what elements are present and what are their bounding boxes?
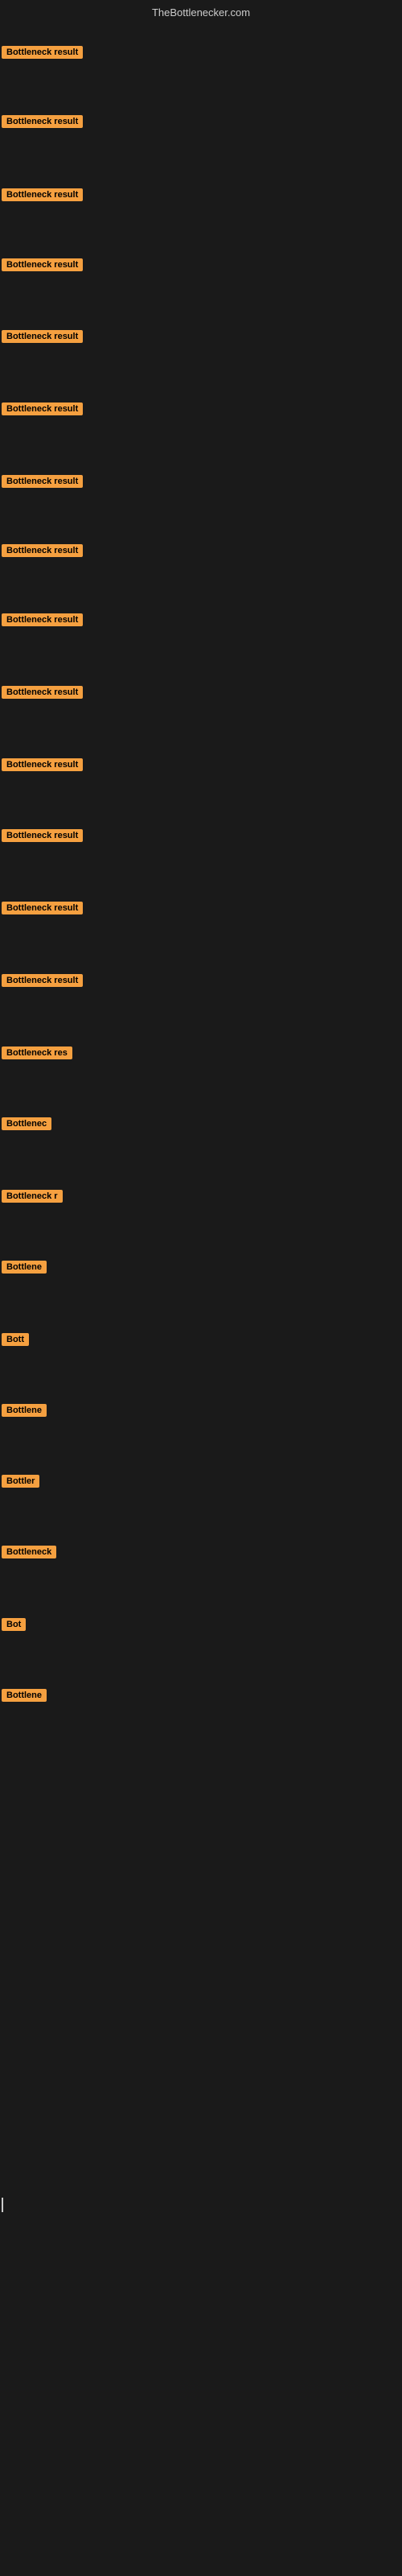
list-item[interactable]: Bottler [2,1475,39,1492]
list-item[interactable]: Bottleneck result [2,758,83,775]
cursor-indicator [2,2198,3,2212]
bottleneck-badge[interactable]: Bottleneck result [2,330,83,343]
list-item[interactable]: Bottleneck result [2,330,83,347]
list-item[interactable]: Bottleneck result [2,402,83,419]
bottleneck-badge[interactable]: Bottleneck res [2,1046,72,1059]
list-item[interactable]: Bottlene [2,1404,47,1421]
list-item[interactable]: Bottleneck res [2,1046,72,1063]
bottleneck-badge[interactable]: Bottleneck result [2,475,83,488]
list-item[interactable]: Bottleneck result [2,829,83,846]
list-item[interactable]: Bottleneck result [2,544,83,561]
list-item[interactable]: Bot [2,1618,26,1635]
list-item[interactable]: Bottlenec [2,1117,51,1134]
list-item[interactable]: Bottleneck result [2,188,83,205]
list-item[interactable]: Bottleneck result [2,115,83,132]
bottleneck-badge[interactable]: Bottlene [2,1261,47,1274]
bottleneck-badge[interactable]: Bott [2,1333,29,1346]
site-title: TheBottlenecker.com [152,6,250,19]
list-item[interactable]: Bottlene [2,1689,47,1706]
bottleneck-items-container [0,22,402,25]
page-wrapper: TheBottlenecker.com Bottleneck resultBot… [0,0,402,25]
bottleneck-badge[interactable]: Bottleneck r [2,1190,63,1203]
bottleneck-badge[interactable]: Bottleneck [2,1546,56,1558]
bottleneck-badge[interactable]: Bottleneck result [2,188,83,201]
bottleneck-badge[interactable]: Bottleneck result [2,544,83,557]
list-item[interactable]: Bottleneck result [2,686,83,703]
list-item[interactable]: Bottleneck result [2,902,83,919]
list-item[interactable]: Bottleneck result [2,46,83,63]
list-item[interactable]: Bottleneck result [2,974,83,991]
list-item[interactable]: Bott [2,1333,29,1350]
list-item[interactable]: Bottleneck result [2,258,83,275]
site-header: TheBottlenecker.com [0,0,402,22]
bottleneck-badge[interactable]: Bottleneck result [2,402,83,415]
bottleneck-badge[interactable]: Bottleneck result [2,829,83,842]
bottleneck-badge[interactable]: Bottler [2,1475,39,1488]
bottleneck-badge[interactable]: Bot [2,1618,26,1631]
bottleneck-badge[interactable]: Bottleneck result [2,258,83,271]
bottleneck-badge[interactable]: Bottleneck result [2,613,83,626]
list-item[interactable]: Bottleneck [2,1546,56,1563]
bottleneck-badge[interactable]: Bottleneck result [2,46,83,59]
bottleneck-badge[interactable]: Bottlene [2,1689,47,1702]
bottleneck-badge[interactable]: Bottleneck result [2,758,83,771]
bottleneck-badge[interactable]: Bottlene [2,1404,47,1417]
bottleneck-badge[interactable]: Bottlenec [2,1117,51,1130]
list-item[interactable]: Bottleneck result [2,475,83,492]
bottleneck-badge[interactable]: Bottleneck result [2,686,83,699]
bottleneck-badge[interactable]: Bottleneck result [2,115,83,128]
bottleneck-badge[interactable]: Bottleneck result [2,902,83,914]
bottleneck-badge[interactable]: Bottleneck result [2,974,83,987]
list-item[interactable]: Bottleneck r [2,1190,63,1207]
list-item[interactable]: Bottleneck result [2,613,83,630]
list-item[interactable]: Bottlene [2,1261,47,1278]
